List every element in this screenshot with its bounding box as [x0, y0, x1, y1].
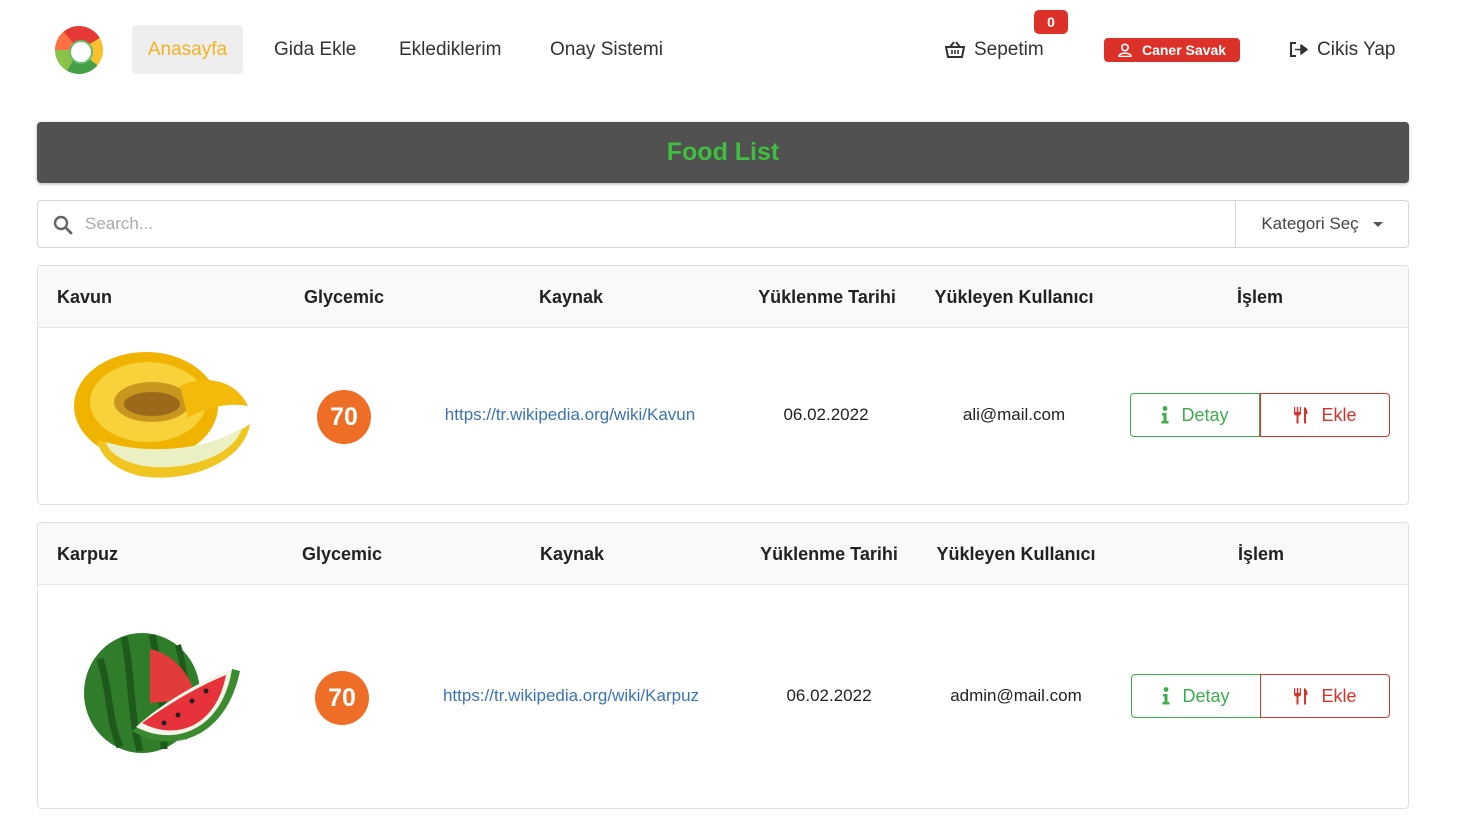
- col-user: Yükleyen Kullanıcı: [936, 544, 1096, 564]
- nav-link-anasayfa[interactable]: Anasayfa: [132, 25, 243, 74]
- upload-date: 06.02.2022: [783, 405, 869, 424]
- col-source: Kaynak: [538, 287, 604, 307]
- sign-out-icon: [1290, 42, 1308, 57]
- cutlery-icon: [1294, 688, 1308, 705]
- category-select[interactable]: Kategori Seç: [1235, 201, 1408, 247]
- search-icon: [53, 215, 73, 235]
- cutlery-icon: [1294, 407, 1308, 424]
- ekle-button[interactable]: Ekle: [1260, 674, 1390, 718]
- food-name: Kavun: [57, 287, 113, 307]
- user-name: Caner Savak: [1141, 42, 1227, 58]
- uploader-email: admin@mail.com: [950, 686, 1082, 705]
- glycemic-badge: 70: [317, 390, 371, 444]
- watermelon-image: [84, 633, 240, 753]
- upload-date: 06.02.2022: [786, 686, 872, 705]
- col-action: İşlem: [1237, 544, 1285, 564]
- col-glycemic: Glycemic: [301, 544, 383, 564]
- navbar: Anasayfa Gida Ekle Eklediklerim Onay Sis…: [0, 0, 1473, 100]
- nav-link-onay-sistemi[interactable]: Onay Sistemi: [532, 25, 681, 74]
- app-logo[interactable]: [55, 26, 103, 74]
- page-title: Food List: [37, 122, 1409, 183]
- detay-button[interactable]: Detay: [1130, 393, 1260, 437]
- melon-image: [74, 352, 250, 478]
- search-bar: Kategori Seç: [37, 200, 1409, 248]
- food-card-kavun: Kavun Glycemic Kaynak Yüklenme Tarihi Yü…: [37, 265, 1409, 505]
- source-link[interactable]: https://tr.wikipedia.org/wiki/Karpuz: [443, 686, 699, 706]
- detay-label: Detay: [1182, 685, 1230, 706]
- basket-icon: [945, 40, 965, 58]
- uploader-email: ali@mail.com: [962, 405, 1066, 424]
- col-date: Yüklenme Tarihi: [760, 544, 898, 564]
- col-date: Yüklenme Tarihi: [758, 287, 896, 307]
- source-link[interactable]: https://tr.wikipedia.org/wiki/Kavun: [445, 405, 695, 425]
- cart-count-badge: 0: [1034, 10, 1068, 34]
- ekle-label: Ekle: [1321, 685, 1357, 706]
- nav-link-eklediklerim[interactable]: Eklediklerim: [381, 25, 519, 74]
- search-input[interactable]: [85, 201, 1225, 247]
- col-user: Yükleyen Kullanıcı: [934, 287, 1094, 307]
- logout-label: Cikis Yap: [1317, 39, 1396, 60]
- logout-link[interactable]: Cikis Yap: [1289, 25, 1396, 74]
- category-select-label: Kategori Seç: [1261, 214, 1359, 233]
- card-header: Kavun Glycemic Kaynak Yüklenme Tarihi Yü…: [38, 266, 1408, 328]
- ekle-label: Ekle: [1321, 404, 1357, 425]
- glycemic-badge: 70: [315, 671, 369, 725]
- col-source: Kaynak: [539, 544, 605, 564]
- caret-down-icon: [1372, 221, 1383, 227]
- info-icon: [1161, 406, 1169, 424]
- nav-link-gida-ekle[interactable]: Gida Ekle: [256, 25, 374, 74]
- user-badge[interactable]: Caner Savak: [1104, 38, 1240, 62]
- food-card-karpuz: Karpuz Glycemic Kaynak Yüklenme Tarihi Y…: [37, 522, 1409, 809]
- ekle-button[interactable]: Ekle: [1260, 393, 1390, 437]
- food-name: Karpuz: [57, 544, 119, 564]
- cart-link[interactable]: Sepetim: [945, 25, 1044, 74]
- user-icon: [1118, 43, 1132, 57]
- info-icon: [1162, 687, 1170, 705]
- detay-label: Detay: [1181, 404, 1229, 425]
- card-header: Karpuz Glycemic Kaynak Yüklenme Tarihi Y…: [38, 523, 1408, 585]
- col-glycemic: Glycemic: [303, 287, 385, 307]
- cart-label: Sepetim: [974, 39, 1044, 60]
- detay-button[interactable]: Detay: [1131, 674, 1261, 718]
- col-action: İşlem: [1236, 287, 1284, 307]
